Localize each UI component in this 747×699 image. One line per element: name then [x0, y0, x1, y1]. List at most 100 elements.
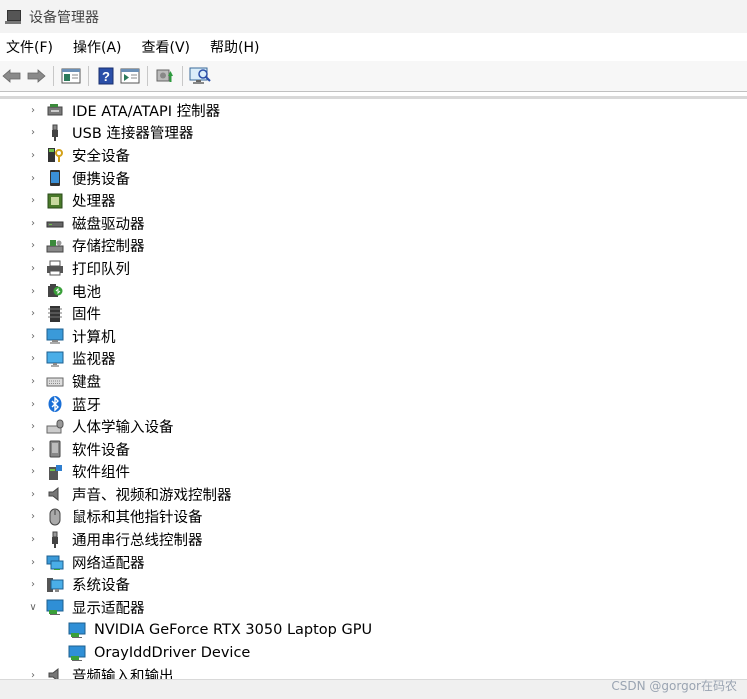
- menu-view[interactable]: 查看(V): [136, 37, 197, 57]
- menu-action[interactable]: 操作(A): [67, 37, 128, 57]
- tree-category-item[interactable]: › USB 连接器管理器: [0, 122, 747, 145]
- show-hide-tree-button[interactable]: [59, 64, 83, 88]
- tree-category-item[interactable]: › 处理器: [0, 189, 747, 212]
- software-device-icon: [46, 440, 64, 458]
- tree-item-label: 电池: [72, 284, 101, 301]
- update-driver-button[interactable]: [153, 64, 177, 88]
- title-bar: 设备管理器: [0, 0, 747, 33]
- tree-item-label: USB 连接器管理器: [72, 126, 194, 143]
- tree-category-item[interactable]: › IDE ATA/ATAPI 控制器: [0, 99, 747, 122]
- chevron-down-icon[interactable]: ∨: [27, 602, 39, 613]
- chevron-right-icon[interactable]: ›: [27, 376, 39, 387]
- chevron-right-icon[interactable]: ›: [27, 557, 39, 568]
- tree-item-label: OrayIddDriver Device: [94, 644, 251, 661]
- tree-category-item[interactable]: › 监视器: [0, 348, 747, 371]
- tree-category-item[interactable]: › 电池: [0, 280, 747, 303]
- chevron-right-icon[interactable]: ›: [27, 308, 39, 319]
- tree-category-item[interactable]: › 计算机: [0, 325, 747, 348]
- chevron-right-icon[interactable]: ›: [27, 399, 39, 410]
- tree-category-item[interactable]: › 打印队列: [0, 257, 747, 280]
- tree-item-label: 系统设备: [72, 578, 130, 595]
- chevron-right-icon[interactable]: ›: [27, 195, 39, 206]
- chevron-right-icon[interactable]: ›: [27, 218, 39, 229]
- tree-item-label: 便携设备: [72, 171, 130, 188]
- tree-item-label: 存储控制器: [72, 239, 145, 256]
- hid-icon: [46, 418, 64, 436]
- chevron-right-icon[interactable]: ›: [27, 421, 39, 432]
- tree-item-label: 计算机: [72, 329, 116, 346]
- tree-category-item[interactable]: › 系统设备: [0, 573, 747, 596]
- chevron-right-icon[interactable]: ›: [27, 466, 39, 477]
- chevron-right-icon[interactable]: ›: [27, 105, 39, 116]
- tree-category-item[interactable]: › 通用串行总线控制器: [0, 528, 747, 551]
- tree-category-item[interactable]: › 蓝牙: [0, 393, 747, 416]
- tree-category-item[interactable]: › 磁盘驱动器: [0, 212, 747, 235]
- tree-category-item[interactable]: › 存储控制器: [0, 235, 747, 258]
- chevron-right-icon[interactable]: ›: [27, 353, 39, 364]
- chevron-right-icon[interactable]: ›: [27, 263, 39, 274]
- mouse-icon: [46, 508, 64, 526]
- tree-category-item[interactable]: › 软件设备: [0, 438, 747, 461]
- chevron-right-icon[interactable]: ›: [27, 150, 39, 161]
- usb-connector-icon: [46, 124, 64, 142]
- back-button[interactable]: [0, 64, 24, 88]
- menu-help[interactable]: 帮助(H): [204, 37, 265, 57]
- software-component-icon: [46, 463, 64, 481]
- tree-category-item[interactable]: › 声音、视频和游戏控制器: [0, 483, 747, 506]
- tree-child-item[interactable]: NVIDIA GeForce RTX 3050 Laptop GPU: [0, 619, 747, 642]
- storage-controller-icon: [46, 237, 64, 255]
- show-hide-tree-icon: [61, 68, 81, 84]
- tree-item-label: 音频输入和输出: [72, 668, 174, 679]
- bluetooth-icon: [46, 395, 64, 413]
- tree-category-item[interactable]: › 固件: [0, 302, 747, 325]
- tree-child-item[interactable]: OrayIddDriver Device: [0, 641, 747, 664]
- tree-category-item[interactable]: › 便携设备: [0, 167, 747, 190]
- tree-category-item[interactable]: ∨ 显示适配器: [0, 596, 747, 619]
- properties-icon: [120, 68, 140, 84]
- ide-controller-icon: [46, 101, 64, 119]
- chevron-right-icon[interactable]: ›: [27, 444, 39, 455]
- tree-item-label: 磁盘驱动器: [72, 216, 145, 233]
- scan-hardware-icon: [189, 67, 211, 84]
- toolbar-separator: [53, 66, 54, 86]
- tree-category-item[interactable]: › 安全设备: [0, 144, 747, 167]
- chevron-right-icon[interactable]: ›: [27, 331, 39, 342]
- display-adapter-icon: [46, 598, 64, 616]
- toolbar: ?: [0, 61, 747, 91]
- chevron-right-icon[interactable]: ›: [27, 127, 39, 138]
- properties-button[interactable]: [118, 64, 142, 88]
- tree-category-item[interactable]: › 人体学输入设备: [0, 415, 747, 438]
- chevron-right-icon[interactable]: ›: [27, 489, 39, 500]
- chevron-right-icon[interactable]: ›: [27, 511, 39, 522]
- security-device-icon: [46, 146, 64, 164]
- menu-bar: 文件(F) 操作(A) 查看(V) 帮助(H): [0, 33, 747, 61]
- scan-hardware-button[interactable]: [188, 64, 212, 88]
- chevron-right-icon[interactable]: ›: [27, 240, 39, 251]
- display-adapter-icon: [68, 644, 86, 662]
- svg-text:?: ?: [102, 69, 110, 84]
- toolbar-separator: [88, 66, 89, 86]
- chevron-right-icon[interactable]: ›: [27, 534, 39, 545]
- tree-category-item[interactable]: › 鼠标和其他指针设备: [0, 506, 747, 529]
- chevron-right-icon[interactable]: ›: [27, 670, 39, 679]
- monitor-icon: [46, 350, 64, 368]
- tree-item-label: 安全设备: [72, 148, 130, 165]
- tree-category-item[interactable]: › 网络适配器: [0, 551, 747, 574]
- help-button[interactable]: ?: [94, 64, 118, 88]
- tree-item-label: 通用串行总线控制器: [72, 533, 203, 550]
- menu-file[interactable]: 文件(F): [0, 37, 59, 57]
- chevron-right-icon[interactable]: ›: [27, 286, 39, 297]
- chevron-right-icon[interactable]: ›: [27, 579, 39, 590]
- tree-category-item[interactable]: › 键盘: [0, 370, 747, 393]
- forward-icon: [27, 69, 46, 83]
- toolbar-separator: [147, 66, 148, 86]
- chevron-right-icon[interactable]: ›: [27, 173, 39, 184]
- audio-icon: [46, 485, 64, 503]
- update-driver-icon: [156, 69, 173, 82]
- tree-item-label: 处理器: [72, 194, 116, 211]
- tree-item-label: 键盘: [72, 374, 101, 391]
- tree-item-label: 人体学输入设备: [72, 420, 174, 437]
- tree-category-item[interactable]: › 软件组件: [0, 461, 747, 484]
- disk-drive-icon: [46, 214, 64, 232]
- forward-button[interactable]: [24, 64, 48, 88]
